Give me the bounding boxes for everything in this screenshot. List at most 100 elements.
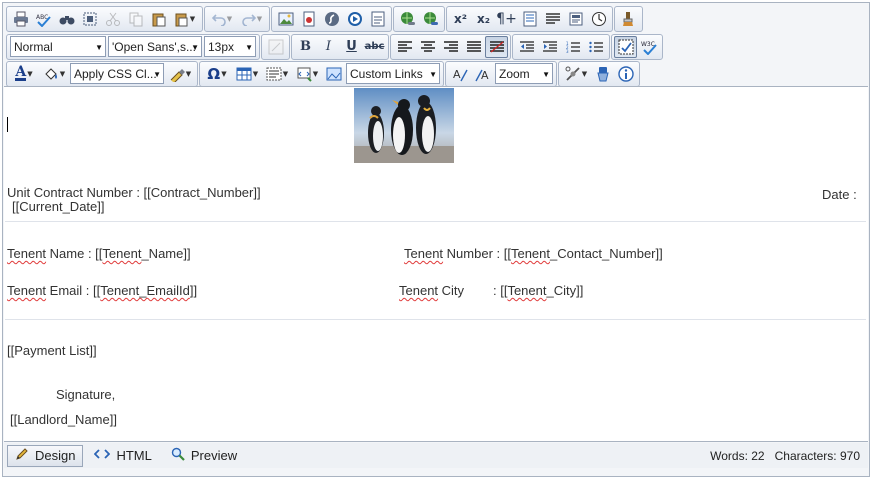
format-stripper-icon[interactable]: ▼ (165, 63, 195, 85)
align-left-icon[interactable] (393, 36, 416, 58)
bold-icon: B (300, 39, 311, 54)
numbered-list-icon[interactable]: 123 (561, 36, 584, 58)
chevron-down-icon: ▼ (312, 69, 319, 78)
format-painter-icon[interactable] (617, 8, 640, 30)
chevron-down-icon: ▼ (189, 14, 196, 23)
tenant-name-token: Tenent (102, 246, 142, 261)
select-all-icon[interactable] (78, 8, 101, 30)
insert-document-icon[interactable] (366, 8, 389, 30)
design-mode-tab[interactable]: Design (7, 444, 84, 467)
lowercase-icon[interactable]: A (448, 63, 471, 85)
editor-content-area[interactable]: Unit Contract Number : [[Contract_Number… (4, 86, 868, 442)
find-icon[interactable] (55, 8, 78, 30)
font-family-select[interactable]: 'Open Sans',s... ▼ (108, 36, 202, 57)
superscript-icon: x² (454, 11, 467, 26)
omega-icon: Ω (207, 64, 221, 83)
toolbar-group-special: Ω ▼ ▼ ▼ ▼ Custom Links ▼ (199, 60, 444, 87)
paragraph-format-select[interactable]: Normal ▼ (10, 36, 106, 57)
paste-options-icon[interactable]: ▼ (170, 8, 200, 30)
document-counts: Words: 22 Characters: 970 (710, 449, 860, 463)
preview-mode-tab[interactable]: Preview (163, 445, 245, 467)
tenant-city-end: _City]] (546, 283, 584, 298)
insert-date-time-icon[interactable] (587, 8, 610, 30)
date-label: Date : (822, 187, 857, 202)
highlight-color-icon[interactable]: ▼ (39, 63, 69, 85)
cut-icon[interactable] (101, 8, 124, 30)
insert-video-icon[interactable] (343, 8, 366, 30)
toolbar-group-align (390, 33, 511, 60)
custom-links-select[interactable]: Custom Links ▼ (346, 63, 440, 84)
pencil-icon (15, 447, 29, 464)
toolbar-group-misc (614, 5, 643, 32)
help-icon[interactable] (614, 63, 637, 85)
bullet-list-icon[interactable] (584, 36, 607, 58)
tenant-email-line: Tenent Email : [[Tenent_EmailId]] (7, 283, 197, 298)
superscript-button[interactable]: x² (449, 8, 472, 30)
tenant-city-line: Tenent City (399, 283, 464, 298)
outdent-icon[interactable] (515, 36, 538, 58)
paste-icon[interactable] (147, 8, 170, 30)
code-icon (94, 448, 111, 463)
tenant-email-end: ]] (189, 283, 198, 298)
html-mode-tab[interactable]: HTML (86, 445, 159, 467)
subscript-button[interactable]: x₂ (472, 8, 495, 30)
italic-button[interactable]: I (317, 36, 340, 58)
remove-link-icon[interactable] (419, 8, 442, 30)
w3c-validate-icon[interactable]: W3C (637, 36, 660, 58)
insert-template-icon[interactable] (564, 8, 587, 30)
zoom-select[interactable]: Zoom ▼ (495, 63, 553, 84)
insert-symbol-button[interactable]: Ω ▼ (202, 63, 232, 85)
insert-media-icon[interactable] (297, 8, 320, 30)
toolbar-group-format: x² x₂ ¶+ (446, 5, 613, 32)
chevron-down-icon: ▼ (256, 14, 263, 23)
spellcheck-icon[interactable]: ABC (32, 8, 55, 30)
insert-table-icon[interactable]: ▼ (232, 63, 262, 85)
underline-button[interactable]: U (340, 36, 363, 58)
font-color-button[interactable]: A ▼ (9, 63, 39, 85)
undo-icon[interactable]: ▼ (207, 8, 237, 30)
align-justify-icon[interactable] (462, 36, 485, 58)
insert-snippet-icon[interactable]: ▼ (292, 63, 322, 85)
indent-icon[interactable] (538, 36, 561, 58)
zoom-value: Zoom (499, 66, 530, 81)
penguins-image[interactable] (354, 88, 454, 163)
clean-word-icon[interactable] (591, 63, 614, 85)
italic-icon: I (325, 39, 332, 54)
uppercase-icon[interactable]: A (471, 63, 494, 85)
style-builder-icon[interactable] (264, 36, 287, 58)
chevron-down-icon: ▼ (226, 14, 233, 23)
current-date-field: [[Current_Date]] (12, 199, 105, 214)
align-none-icon[interactable] (485, 35, 508, 58)
insert-lines-icon[interactable] (541, 8, 564, 30)
resize-strip[interactable] (4, 469, 868, 476)
font-size-select[interactable]: 13px ▼ (204, 36, 256, 57)
image-map-icon[interactable] (322, 63, 345, 85)
tenant-city-colon: : [[ (493, 283, 508, 298)
print-icon[interactable] (9, 8, 32, 30)
copy-icon[interactable] (124, 8, 147, 30)
insert-link-icon[interactable] (396, 8, 419, 30)
divider-1 (5, 221, 866, 222)
chevron-down-icon: ▼ (252, 69, 259, 78)
insert-flash-icon[interactable] (320, 8, 343, 30)
redo-icon[interactable]: ▼ (237, 8, 267, 30)
align-right-icon[interactable] (439, 36, 462, 58)
svg-text:A: A (481, 69, 489, 82)
font-color-icon: A (15, 64, 27, 81)
tenant-name-rest: Name : [[ (46, 246, 103, 261)
bold-button[interactable]: B (294, 36, 317, 58)
insert-image-icon[interactable] (274, 8, 297, 30)
tenant-city-token: Tenent (507, 283, 547, 298)
tenant-email-rest: Email : [[ (46, 283, 101, 298)
module-manager-icon[interactable]: ▼ (561, 63, 591, 85)
css-class-select[interactable]: Apply CSS Cl... ▼ (70, 63, 164, 84)
insert-form-icon[interactable] (518, 8, 541, 30)
align-center-icon[interactable] (416, 36, 439, 58)
toolbar-row-3: A ▼ ▼ Apply CSS Cl... ▼ ▼ Ω ▼ ▼ ▼ ▼ Cust… (6, 60, 641, 87)
contract-number-line: Unit Contract Number : [[Contract_Number… (7, 185, 261, 200)
toggle-borders-icon[interactable] (614, 35, 637, 58)
paragraph-style-icon[interactable]: ▼ (262, 63, 292, 85)
preview-mode-label: Preview (190, 448, 238, 463)
strikethrough-button[interactable]: abc (363, 36, 386, 58)
paragraph-icon[interactable]: ¶+ (495, 8, 518, 30)
